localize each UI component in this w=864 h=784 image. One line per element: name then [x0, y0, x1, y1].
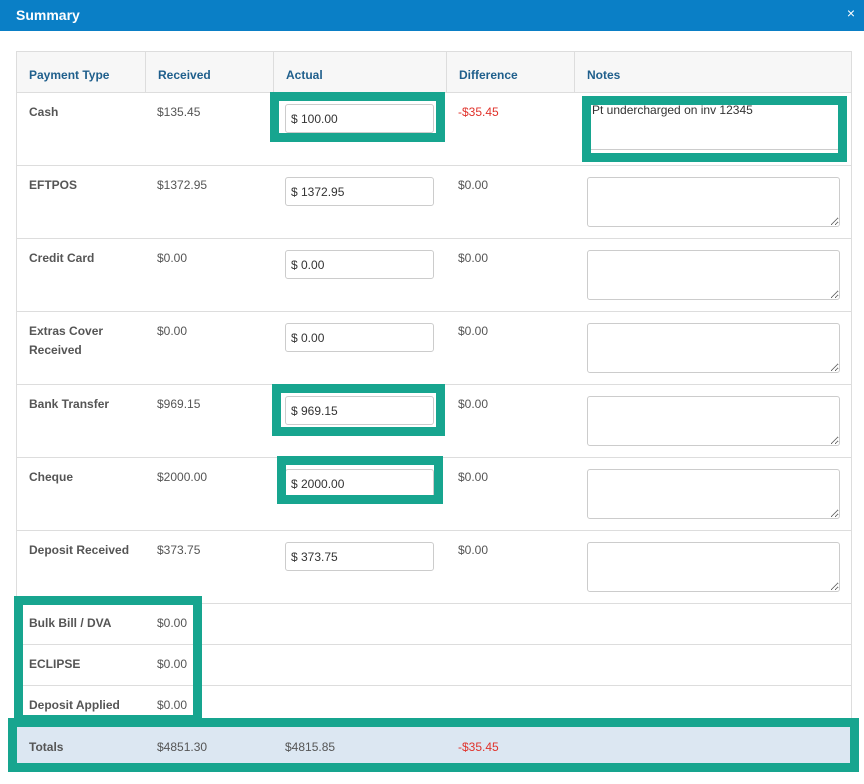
payment-type-label: Deposit Received: [29, 543, 130, 557]
payment-type-label: Deposit Applied: [29, 698, 120, 712]
actual-input[interactable]: [285, 542, 434, 571]
payment-type-label: Cheque: [29, 470, 74, 484]
dialog-title: Summary: [16, 7, 80, 23]
close-icon[interactable]: ×: [843, 5, 859, 21]
difference-value: $0.00: [458, 324, 489, 338]
received-value: $373.75: [157, 543, 201, 557]
received-value: $0.00: [157, 616, 188, 630]
table-row: Credit Card $0.00 $0.00: [17, 239, 851, 312]
payment-type-label: ECLIPSE: [29, 657, 81, 671]
payment-type-label: Bulk Bill / DVA: [29, 616, 112, 630]
actual-input[interactable]: [285, 469, 434, 498]
dialog-title-bar: Summary ×: [0, 0, 864, 31]
header-payment-type: Payment Type: [29, 68, 110, 82]
header-notes: Notes: [587, 68, 621, 82]
payment-type-label: Bank Transfer: [29, 397, 110, 411]
table-row: Extras Cover Received $0.00 $0.00: [17, 312, 851, 385]
table-header: Payment Type Received Actual Difference …: [17, 52, 851, 93]
table-row: Cheque $2000.00 $0.00: [17, 458, 851, 531]
difference-value: $0.00: [458, 543, 489, 557]
difference-value: $0.00: [458, 178, 489, 192]
table-row: Deposit Received $373.75 $0.00: [17, 531, 851, 604]
totals-received: $4851.30: [157, 740, 208, 754]
actual-input[interactable]: [285, 104, 434, 133]
header-received: Received: [158, 68, 211, 82]
totals-label: Totals: [29, 740, 64, 754]
actual-input[interactable]: [285, 250, 434, 279]
actual-input[interactable]: [285, 177, 434, 206]
received-value: $1372.95: [157, 178, 208, 192]
received-value: $0.00: [157, 251, 188, 265]
payment-type-label: Credit Card: [29, 251, 95, 265]
totals-row: Totals $4851.30 $4815.85 -$35.45: [17, 727, 851, 769]
actual-input[interactable]: [285, 323, 434, 352]
notes-textarea[interactable]: [587, 469, 840, 519]
table-row: Bulk Bill / DVA $0.00: [17, 604, 851, 645]
header-difference: Difference: [459, 68, 518, 82]
received-value: $0.00: [157, 324, 188, 338]
difference-value: $0.00: [458, 251, 489, 265]
notes-textarea[interactable]: [587, 250, 840, 300]
totals-actual: $4815.85: [285, 740, 336, 754]
totals-difference: -$35.45: [458, 740, 499, 754]
notes-textarea[interactable]: [587, 396, 840, 446]
table-row: Bank Transfer $969.15 $0.00: [17, 385, 851, 458]
difference-value: -$35.45: [458, 105, 499, 119]
difference-value: $0.00: [458, 397, 489, 411]
summary-table: Payment Type Received Actual Difference …: [16, 51, 852, 769]
received-value: $969.15: [157, 397, 201, 411]
notes-textarea[interactable]: Pt undercharged on inv 12345: [587, 102, 840, 150]
table-row: ECLIPSE $0.00: [17, 645, 851, 686]
notes-textarea[interactable]: [587, 323, 840, 373]
payment-type-label: EFTPOS: [29, 178, 78, 192]
actual-input[interactable]: [285, 396, 434, 425]
header-actual: Actual: [286, 68, 323, 82]
notes-textarea[interactable]: [587, 177, 840, 227]
received-value: $2000.00: [157, 470, 208, 484]
payment-type-label: Cash: [29, 105, 59, 119]
table-row: Cash $135.45 -$35.45 Pt undercharged on …: [17, 93, 851, 166]
table-row: EFTPOS $1372.95 $0.00: [17, 166, 851, 239]
notes-textarea[interactable]: [587, 542, 840, 592]
table-row: Deposit Applied $0.00: [17, 686, 851, 727]
received-value: $0.00: [157, 657, 188, 671]
received-value: $135.45: [157, 105, 201, 119]
difference-value: $0.00: [458, 470, 489, 484]
received-value: $0.00: [157, 698, 188, 712]
payment-type-label: Extras Cover Received: [29, 324, 104, 357]
notes-text: Pt undercharged on inv 12345: [592, 103, 753, 117]
